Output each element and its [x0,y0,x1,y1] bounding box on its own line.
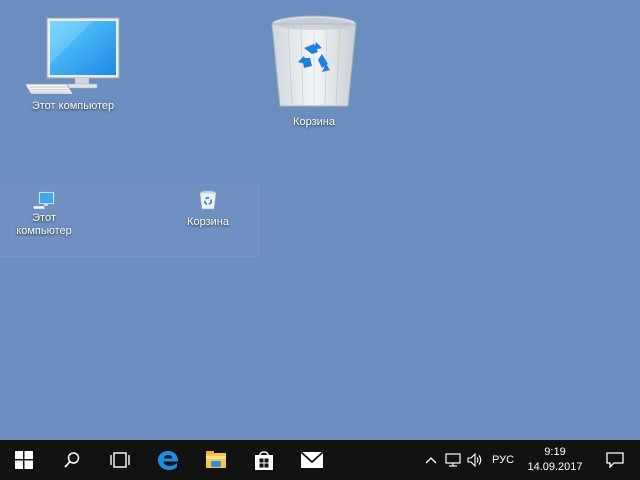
desktop-icon-label: Этот компьютер [16,212,72,237]
computer-icon [32,191,55,210]
recycle-bin-icon [271,15,357,107]
volume-icon [467,453,482,467]
volume-button[interactable] [464,440,486,480]
desktop[interactable]: Этот компьютер Корзина Этот компьютер Ко… [0,0,640,440]
network-button[interactable] [442,440,464,480]
desktop-icon-label: Корзина [293,116,335,128]
clock-time: 9:19 [544,446,566,458]
taskbar: РУС 9:19 14.09.2017 [0,440,640,480]
edge-button[interactable] [144,440,192,480]
show-hidden-icons-button[interactable] [420,440,442,480]
clock-date: 14.09.2017 [527,461,583,473]
desktop-icon-recycle-bin-large[interactable]: Корзина [252,14,376,129]
system-tray: РУС 9:19 14.09.2017 [420,440,640,480]
action-center-button[interactable] [590,440,640,480]
store-button[interactable] [240,440,288,480]
file-explorer-icon [206,451,226,468]
network-icon [445,453,461,467]
input-language-button[interactable]: РУС [486,440,520,480]
file-explorer-button[interactable] [192,440,240,480]
desktop-icon-label: Этот компьютер [31,100,115,112]
desktop-icon-this-pc-large[interactable]: Этот компьютер [6,14,140,113]
clock-button[interactable]: 9:19 14.09.2017 [520,440,590,480]
task-view-button[interactable] [96,440,144,480]
windows-start-icon [15,451,33,469]
desktop-icon-recycle-bin-small[interactable]: Корзина [160,190,256,252]
computer-icon [24,17,120,94]
chevron-up-icon [425,457,437,464]
start-button[interactable] [0,440,48,480]
recycle-bin-icon [199,190,217,210]
desktop-icon-this-pc-small[interactable]: Этот компьютер [6,190,82,252]
task-view-icon [110,452,130,468]
mail-button[interactable] [288,440,336,480]
action-center-icon [606,452,624,468]
search-icon [64,452,80,468]
search-button[interactable] [48,440,96,480]
mail-icon [300,451,324,468]
store-icon [255,451,273,470]
desktop-icon-label: Корзина [187,216,229,228]
edge-browser-icon [158,451,179,470]
